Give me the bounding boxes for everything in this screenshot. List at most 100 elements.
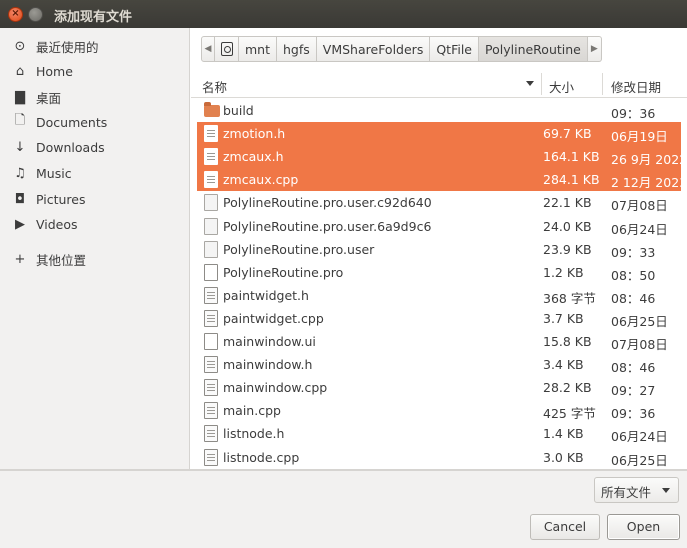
file-row[interactable]: paintwidget.h 368 字节 08：46 bbox=[197, 284, 681, 307]
sidebar-item-music[interactable]: ♫ Music bbox=[0, 161, 190, 185]
file-type-filter-dropdown[interactable]: 所有文件 bbox=[594, 477, 679, 503]
path-segment-polylineroutine[interactable]: PolylineRoutine bbox=[479, 36, 588, 62]
sidebar-item-videos[interactable]: ▶ Videos bbox=[0, 212, 190, 236]
file-row[interactable]: PolylineRoutine.pro.user 23.9 KB 09：33 bbox=[197, 238, 681, 261]
file-name: main.cpp bbox=[223, 403, 281, 419]
text-file-icon bbox=[204, 125, 218, 143]
text-file-icon bbox=[204, 286, 218, 304]
filter-selected-label: 所有文件 bbox=[601, 485, 652, 500]
sidebar-item-label: 桌面 bbox=[36, 90, 62, 106]
text-file-icon bbox=[204, 148, 218, 166]
file-size: 1.4 KB bbox=[543, 426, 584, 442]
file-modified-date: 09：36 bbox=[611, 406, 656, 422]
config-file-icon bbox=[204, 194, 218, 212]
path-scroll-forward-button[interactable]: ▶ bbox=[587, 36, 602, 62]
filter-bar: 所有文件 bbox=[0, 470, 687, 506]
file-row[interactable]: PolylineRoutine.pro 1.2 KB 08：50 bbox=[197, 261, 681, 284]
minimize-window-button[interactable] bbox=[28, 7, 43, 22]
blank-file-icon bbox=[204, 263, 218, 281]
column-separator[interactable] bbox=[541, 73, 542, 95]
file-modified-date: 07月08日 bbox=[611, 198, 668, 214]
open-button[interactable]: Open bbox=[607, 514, 680, 540]
file-name: zmcaux.h bbox=[223, 149, 284, 165]
file-modified-date: 06月19日 bbox=[611, 129, 668, 145]
file-row[interactable]: build 09：36 bbox=[197, 99, 681, 122]
file-name: paintwidget.cpp bbox=[223, 310, 324, 326]
blank-file-icon bbox=[204, 333, 218, 350]
sidebar-item-home[interactable]: ⌂ Home bbox=[0, 59, 190, 83]
file-size: 284.1 KB bbox=[543, 172, 600, 188]
file-row[interactable]: PolylineRoutine.pro.user.c92d640 22.1 KB 0… bbox=[197, 191, 681, 214]
file-row[interactable]: listnode.cpp 3.0 KB 06月25日 bbox=[197, 446, 681, 469]
file-modified-date: 06月25日 bbox=[611, 452, 668, 468]
sort-descending-icon[interactable] bbox=[526, 81, 534, 86]
camera-icon: ◘ bbox=[14, 191, 26, 207]
text-file-icon bbox=[204, 425, 218, 443]
sidebar-item-label: 最近使用的 bbox=[36, 39, 99, 55]
file-modified-date: 2 12月 2023 bbox=[611, 175, 687, 191]
sidebar-item-pictures[interactable]: ◘ Pictures bbox=[0, 187, 190, 211]
file-modified-date: 08：46 bbox=[611, 290, 656, 306]
sidebar-item-label: 其他位置 bbox=[36, 252, 87, 268]
path-segment-qtfile[interactable]: QtFile bbox=[430, 36, 480, 62]
column-separator[interactable] bbox=[602, 73, 603, 95]
file-size: 69.7 KB bbox=[543, 126, 592, 142]
file-row[interactable]: main.cpp 425 字节 09：36 bbox=[197, 399, 681, 422]
sidebar-item-desktop[interactable]: ▇ 桌面 bbox=[0, 85, 190, 109]
text-file-icon bbox=[204, 379, 218, 397]
file-modified-date: 06月24日 bbox=[611, 429, 668, 445]
video-icon: ▶ bbox=[15, 216, 25, 232]
column-header-size[interactable]: 大小 bbox=[549, 77, 574, 96]
path-segment-hgfs[interactable]: hgfs bbox=[277, 36, 317, 62]
file-name: PolylineRoutine.pro.user.c92d640 bbox=[223, 195, 432, 211]
sidebar-item-label: Downloads bbox=[36, 139, 105, 155]
sidebar-item-documents[interactable]: 🗋 Documents bbox=[0, 110, 190, 134]
clock-icon: ⊙ bbox=[14, 38, 26, 54]
file-row[interactable]: mainwindow.ui 15.8 KB 07月08日 bbox=[197, 330, 681, 353]
file-row[interactable]: listnode.h 1.4 KB 06月24日 bbox=[197, 422, 681, 445]
cancel-button[interactable]: Cancel bbox=[530, 514, 600, 540]
sidebar-item-label: Pictures bbox=[36, 191, 86, 207]
file-name: build bbox=[223, 103, 254, 118]
sidebar-item-recent[interactable]: ⊙ 最近使用的 bbox=[0, 34, 190, 58]
file-row[interactable]: zmcaux.cpp 284.1 KB 2 12月 2023 bbox=[197, 168, 687, 192]
window-titlebar: × 添加现有文件 bbox=[0, 0, 687, 28]
file-list: 名称 大小 修改日期 build 09：36 zmotion.h 69.7 KB 06月… bbox=[191, 70, 687, 470]
file-modified-date: 08：50 bbox=[611, 267, 656, 283]
path-scroll-back-button[interactable]: ◀ bbox=[201, 36, 215, 62]
close-window-button[interactable]: × bbox=[8, 7, 23, 22]
file-row[interactable]: zmotion.h 69.7 KB 06月19日 bbox=[197, 122, 681, 146]
file-name: PolylineRoutine.pro.user bbox=[223, 241, 375, 257]
file-row[interactable]: mainwindow.cpp 28.2 KB 09：27 bbox=[197, 376, 681, 399]
text-file-icon bbox=[204, 448, 218, 466]
file-size: 368 字节 bbox=[543, 290, 596, 306]
file-size: 425 字节 bbox=[543, 406, 596, 422]
file-size: 3.0 KB bbox=[543, 449, 584, 465]
window-title: 添加现有文件 bbox=[54, 10, 133, 25]
document-icon: 🗋 bbox=[14, 113, 26, 128]
column-header-modified[interactable]: 修改日期 bbox=[611, 77, 661, 96]
file-row[interactable]: mainwindow.h 3.4 KB 08：46 bbox=[197, 353, 681, 376]
file-size: 15.8 KB bbox=[543, 334, 592, 349]
file-row[interactable]: PolylineRoutine.pro.user.6a9d9c6 24.0 KB 0… bbox=[197, 215, 681, 238]
file-row[interactable]: zmcaux.h 164.1 KB 26 9月 2022 bbox=[197, 145, 687, 169]
path-segment-mnt[interactable]: mnt bbox=[239, 36, 277, 62]
file-row[interactable]: paintwidget.cpp 3.7 KB 06月25日 bbox=[197, 307, 681, 330]
column-header-name[interactable]: 名称 bbox=[202, 77, 227, 96]
text-file-icon bbox=[204, 402, 218, 420]
file-size: 164.1 KB bbox=[543, 149, 600, 165]
file-modified-date: 09：33 bbox=[611, 244, 656, 260]
file-modified-date: 08：46 bbox=[611, 360, 656, 376]
file-name: mainwindow.cpp bbox=[223, 380, 328, 396]
sidebar-item-other-locations[interactable]: + 其他位置 bbox=[0, 247, 190, 271]
sidebar-item-downloads[interactable]: ↓ Downloads bbox=[0, 135, 190, 159]
file-size: 3.7 KB bbox=[543, 310, 584, 326]
path-root-button[interactable] bbox=[215, 36, 239, 62]
file-size: 24.0 KB bbox=[543, 218, 592, 234]
file-name: listnode.h bbox=[223, 426, 285, 442]
sidebar-item-label: Videos bbox=[36, 216, 78, 232]
file-size: 23.9 KB bbox=[543, 241, 592, 257]
text-file-icon bbox=[204, 356, 218, 374]
file-name: paintwidget.h bbox=[223, 287, 309, 303]
path-segment-vmsharefolders[interactable]: VMShareFolders bbox=[316, 36, 431, 62]
